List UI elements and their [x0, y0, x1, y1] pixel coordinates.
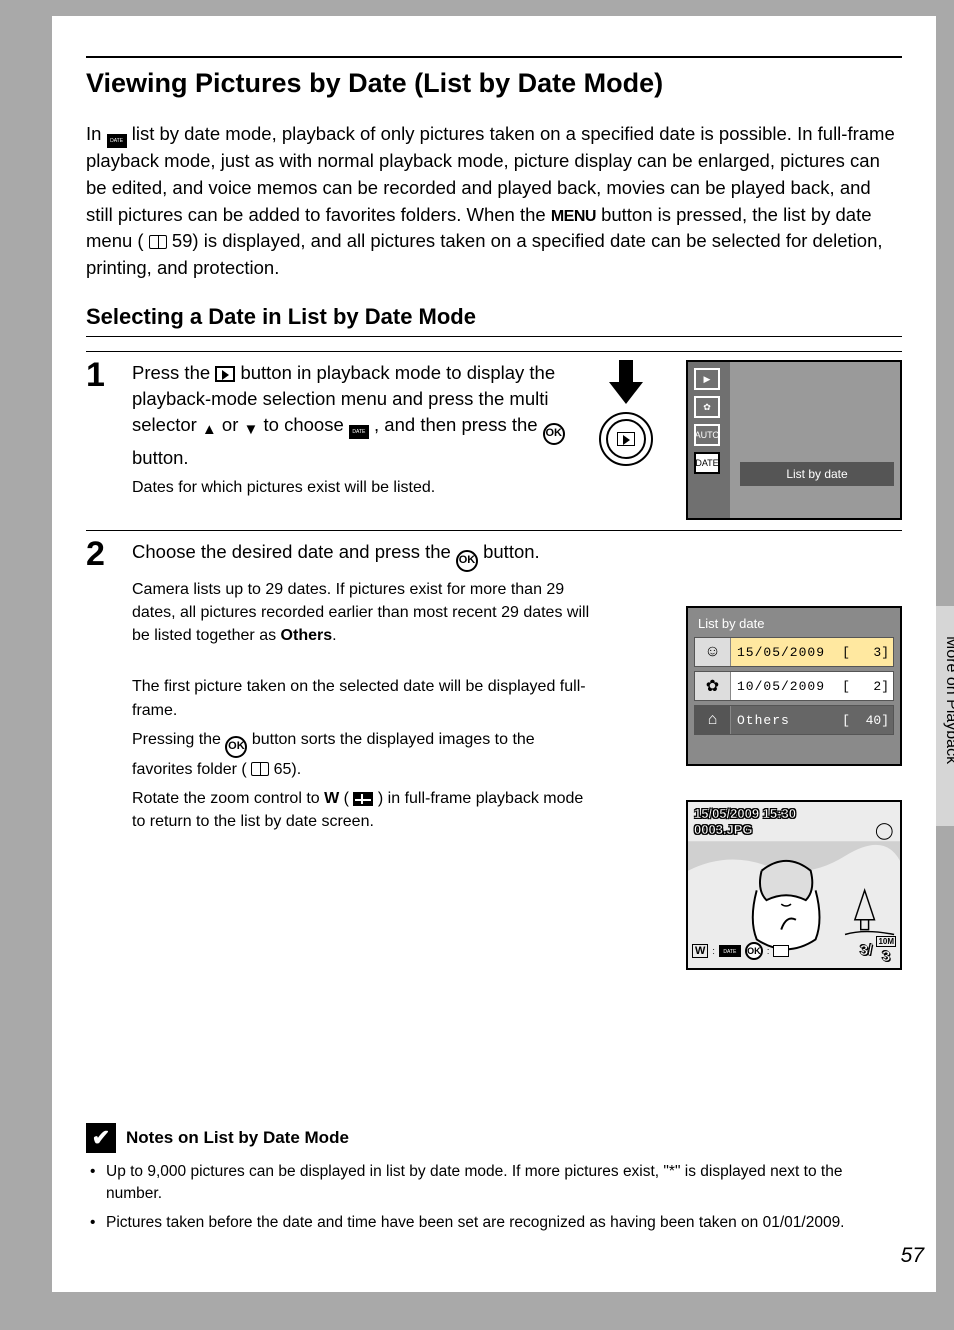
book-icon	[251, 762, 269, 776]
camera-screen-fullframe: 15/05/2009 15:30 0003.JPG W : DATE OK : …	[686, 800, 902, 970]
camera-menu-sidebar: ▶ ✿ AUTO DATE	[688, 362, 730, 518]
camera-screen-menu: ▶ ✿ AUTO DATE List by date	[686, 360, 902, 520]
datelist-thumb: ✿	[695, 672, 731, 700]
manual-page: More on Playback Viewing Pictures by Dat…	[52, 16, 936, 1292]
step-1: 1 Press the button in playback mode to d…	[86, 351, 902, 520]
step-2-sub3: Pressing the OK button sorts the display…	[132, 728, 590, 781]
notes-item: Pictures taken before the date and time …	[86, 1212, 882, 1234]
date-icon: DATE	[719, 945, 741, 957]
playback-icon	[617, 432, 635, 446]
menu-autosort-icon: AUTO	[694, 424, 720, 446]
photo-total: 3	[882, 948, 890, 965]
menu-playback-icon: ▶	[694, 368, 720, 390]
intro-text: 59) is displayed, and all pictures taken…	[86, 230, 883, 278]
book-icon	[149, 235, 167, 249]
playback-icon	[215, 366, 235, 382]
notes-item: Up to 9,000 pictures can be displayed in…	[86, 1161, 882, 1204]
datelist-count: [ 40]	[838, 713, 893, 728]
thumbnail-icon	[353, 792, 373, 806]
step-body: Press the button in playback mode to dis…	[132, 351, 902, 520]
step-number: 1	[86, 351, 132, 520]
step-2-sub1: Camera lists up to 29 dates. If pictures…	[132, 578, 590, 648]
menu-word: MENU	[551, 208, 596, 225]
camera-screen-datelist: List by date ☺ 15/05/2009 [ 3] ✿ 10/05/2…	[686, 606, 902, 766]
date-icon: DATE	[349, 425, 369, 439]
intro-paragraph: In DATE list by date mode, playback of o…	[86, 121, 902, 282]
menu-favorites-icon: ✿	[694, 396, 720, 418]
step-1-instruction: Press the button in playback mode to dis…	[132, 360, 566, 470]
resolution-badge: 10M	[876, 936, 896, 947]
camera-button-inner	[606, 419, 646, 459]
ok-button-icon: OK	[745, 942, 763, 960]
ok-button-icon: OK	[456, 550, 478, 572]
ok-button-icon: OK	[543, 423, 565, 445]
favorites-icon	[773, 945, 789, 957]
triangle-up-icon	[202, 415, 217, 441]
intro-text: In	[86, 123, 107, 144]
button-diagram	[580, 360, 672, 500]
w-badge: W	[692, 944, 708, 958]
datelist-count: [ 2]	[838, 679, 893, 694]
triangle-down-icon	[244, 415, 259, 441]
section-heading: Selecting a Date in List by Date Mode	[86, 304, 902, 337]
datelist-date: 10/05/2009	[731, 679, 838, 694]
datelist-row: ✿ 10/05/2009 [ 2]	[694, 671, 894, 701]
datelist-thumb: ⌂	[695, 706, 731, 734]
ok-button-icon: OK	[225, 736, 247, 758]
page-number: 57	[901, 1244, 924, 1268]
step-1-subtext: Dates for which pictures exist will be l…	[132, 476, 566, 499]
step-2-instruction: Choose the desired date and press the OK…	[132, 539, 590, 572]
date-icon: DATE	[107, 134, 127, 148]
photo-overlay-bottom: W : DATE OK : 3/ 10M 3	[692, 936, 896, 965]
camera-menu-label: List by date	[740, 462, 894, 486]
step-2-sub4: Rotate the zoom control to W ( ) in full…	[132, 787, 590, 833]
arrow-down-icon	[609, 360, 643, 406]
datelist-title: List by date	[698, 616, 892, 631]
page-title: Viewing Pictures by Date (List by Date M…	[86, 56, 902, 99]
datelist-date: 15/05/2009	[731, 645, 838, 660]
side-tab-label: More on Playback	[942, 636, 954, 764]
camera-button-outer	[599, 412, 653, 466]
photo-index: 3/	[860, 942, 873, 959]
notes-section: ✔ Notes on List by Date Mode Up to 9,000…	[86, 1123, 882, 1242]
menu-date-icon: DATE	[694, 452, 720, 474]
notes-heading: ✔ Notes on List by Date Mode	[86, 1123, 882, 1153]
datelist-count: [ 3]	[838, 645, 893, 660]
check-badge-icon: ✔	[86, 1123, 116, 1153]
photo-overlay-info: 15/05/2009 15:30 0003.JPG	[694, 806, 796, 837]
datelist-row: ☺ 15/05/2009 [ 3]	[694, 637, 894, 667]
step-number: 2	[86, 530, 132, 833]
step-2-sub2: The first picture taken on the selected …	[132, 675, 590, 721]
datelist-date: Others	[731, 713, 838, 728]
datelist-thumb: ☺	[695, 638, 731, 666]
datelist-row: ⌂ Others [ 40]	[694, 705, 894, 735]
